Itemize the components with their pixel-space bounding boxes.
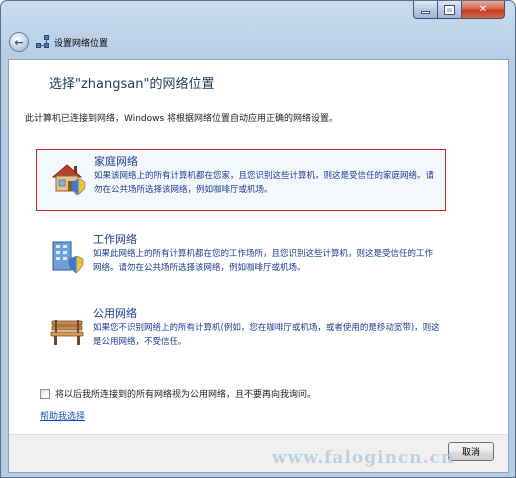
intro-text: 此计算机已连接到网络，Windows 将根据网络位置自动应用正确的网络设置。 bbox=[25, 114, 339, 124]
back-button[interactable]: ← bbox=[9, 32, 29, 52]
caption-buttons: ✕ bbox=[413, 1, 505, 19]
office-building-icon bbox=[52, 241, 84, 274]
public-network-option[interactable]: 公用网络 如果您不识别网络上的所有计算机(例如，您在咖啡厅或机场，或者使用的是移… bbox=[36, 302, 446, 364]
site-watermark: www.falogincn.cn bbox=[272, 448, 455, 468]
maximize-button[interactable] bbox=[438, 1, 462, 19]
treat-as-public-label: 将以后我所连接到的所有网络视为公用网络，且不要再向我询问。 bbox=[55, 390, 317, 400]
network-icon bbox=[36, 35, 50, 49]
park-bench-icon bbox=[50, 320, 84, 345]
page-heading: 选择"zhangsan"的网络位置 bbox=[49, 77, 215, 92]
public-network-description: 如果您不识别网络上的所有计算机(例如，您在咖啡厅或机场，或者使用的是移动宽带)，… bbox=[93, 323, 440, 347]
work-network-option[interactable]: 工作网络 如果此网络上的所有计算机都在您的工作场所，且您识别这些计算机，则这是受… bbox=[36, 228, 446, 290]
home-network-option[interactable]: 家庭网络 如果该网络上的所有计算机都在您家，且您识别这些计算机，则这是受信任的家… bbox=[36, 149, 446, 211]
treat-as-public-checkbox[interactable] bbox=[40, 388, 50, 399]
public-network-title: 公用网络 bbox=[93, 307, 137, 320]
house-icon bbox=[51, 164, 86, 196]
network-location-window: ✕ ← 设置网络位置 选择"zhangsan"的网络位置 此计算机已连接到网络，… bbox=[0, 0, 516, 478]
window-title: 设置网络位置 bbox=[54, 38, 109, 49]
home-network-description: 如果该网络上的所有计算机都在您家，且您识别这些计算机，则这是受信任的家庭网络。请… bbox=[94, 171, 435, 195]
work-network-description: 如果此网络上的所有计算机都在您的工作场所，且您识别这些计算机，则这是受信任的工作… bbox=[93, 249, 434, 273]
dialog-content: 选择"zhangsan"的网络位置 此计算机已连接到网络，Windows 将根据… bbox=[8, 59, 509, 473]
close-button[interactable]: ✕ bbox=[462, 1, 505, 19]
minimize-button[interactable] bbox=[413, 1, 438, 19]
maximize-icon bbox=[444, 4, 455, 15]
title-bar: ← 设置网络位置 bbox=[9, 31, 108, 53]
close-icon: ✕ bbox=[478, 4, 488, 15]
help-me-choose-link[interactable]: 帮助我选择 bbox=[40, 409, 85, 422]
back-arrow-icon: ← bbox=[14, 35, 24, 49]
treat-as-public-row[interactable]: 将以后我所连接到的所有网络视为公用网络，且不要再向我询问。 bbox=[40, 387, 316, 400]
cancel-button[interactable]: 取消 bbox=[448, 442, 494, 461]
work-network-title: 工作网络 bbox=[93, 233, 137, 246]
home-network-title: 家庭网络 bbox=[94, 155, 138, 168]
minimize-icon bbox=[421, 11, 430, 14]
